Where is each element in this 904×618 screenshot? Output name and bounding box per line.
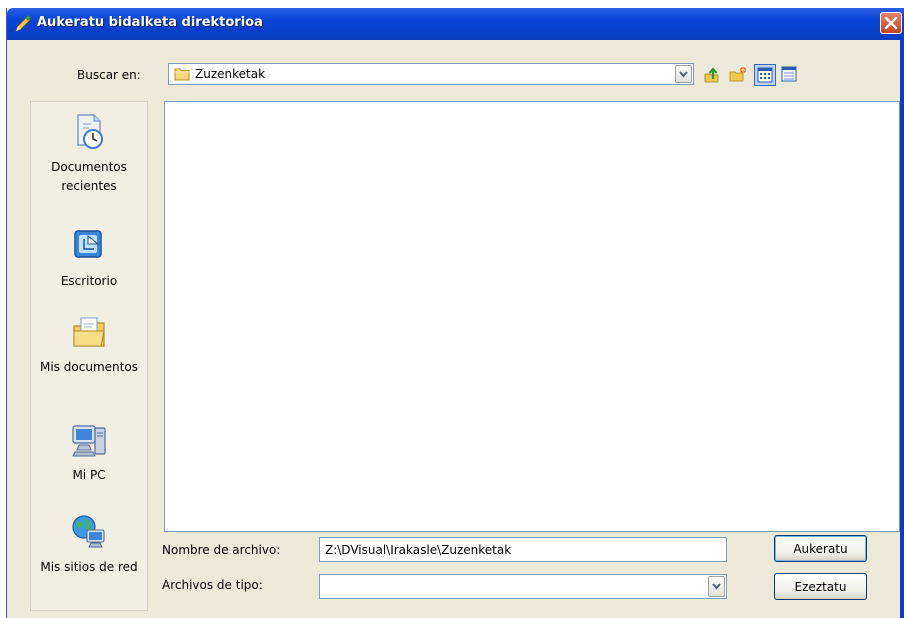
place-my-computer[interactable]: Mi PC: [31, 420, 147, 485]
file-type-label: Archivos de tipo:: [162, 578, 263, 592]
place-my-documents[interactable]: Mis documentos: [31, 312, 147, 377]
place-label: Documentos recientes: [51, 160, 127, 193]
place-label: Mis documentos: [40, 360, 138, 374]
file-name-input[interactable]: [319, 537, 727, 562]
look-in-label: Buscar en:: [77, 68, 141, 82]
close-button[interactable]: [880, 12, 902, 34]
file-type-combobox[interactable]: [319, 574, 727, 599]
window-right-border: [900, 40, 904, 618]
cancel-button[interactable]: Ezeztatu: [774, 573, 867, 600]
my-documents-icon: [69, 312, 109, 352]
select-button[interactable]: Aukeratu: [774, 535, 867, 562]
view-list-button[interactable]: [754, 64, 776, 86]
network-places-icon: [69, 512, 109, 552]
up-folder-icon: [704, 67, 719, 83]
folder-icon: [174, 67, 191, 84]
place-desktop[interactable]: Escritorio: [31, 226, 147, 291]
place-recent-documents[interactable]: Documentos recientes: [31, 112, 147, 196]
desktop-icon: [69, 226, 109, 266]
new-folder-button[interactable]: [727, 64, 749, 86]
look-in-combobox[interactable]: Zuzenketak: [168, 63, 694, 85]
my-computer-icon: [69, 420, 109, 460]
place-label: Mis sitios de red: [40, 560, 138, 574]
dialog-window: Aukeratu bidalketa direktorioa Buscar en…: [6, 8, 904, 618]
look-in-value: Zuzenketak: [195, 67, 266, 81]
chevron-down-icon: [712, 583, 721, 590]
file-type-dropdown-button[interactable]: [708, 576, 725, 597]
view-list-icon: [757, 67, 773, 83]
look-in-dropdown-button[interactable]: [675, 65, 692, 83]
new-folder-icon: [729, 67, 746, 82]
places-bar: Documentos recientes Escritorio Mis docu…: [30, 101, 148, 611]
up-one-level-button[interactable]: [701, 64, 723, 86]
place-label: Escritorio: [60, 274, 118, 288]
place-label: Mi PC: [72, 468, 106, 482]
close-icon: [884, 16, 898, 30]
file-list-view[interactable]: [164, 101, 900, 532]
window-title: Aukeratu bidalketa direktorioa: [37, 15, 263, 30]
recent-documents-icon: [69, 112, 109, 152]
app-pencil-icon: [14, 15, 32, 33]
file-name-label: Nombre de archivo:: [162, 543, 281, 557]
place-network-places[interactable]: Mis sitios de red: [31, 512, 147, 577]
chevron-down-icon: [679, 71, 688, 78]
view-details-button[interactable]: [779, 64, 801, 86]
view-details-icon: [781, 66, 797, 82]
title-bar[interactable]: Aukeratu bidalketa direktorioa: [7, 8, 904, 40]
